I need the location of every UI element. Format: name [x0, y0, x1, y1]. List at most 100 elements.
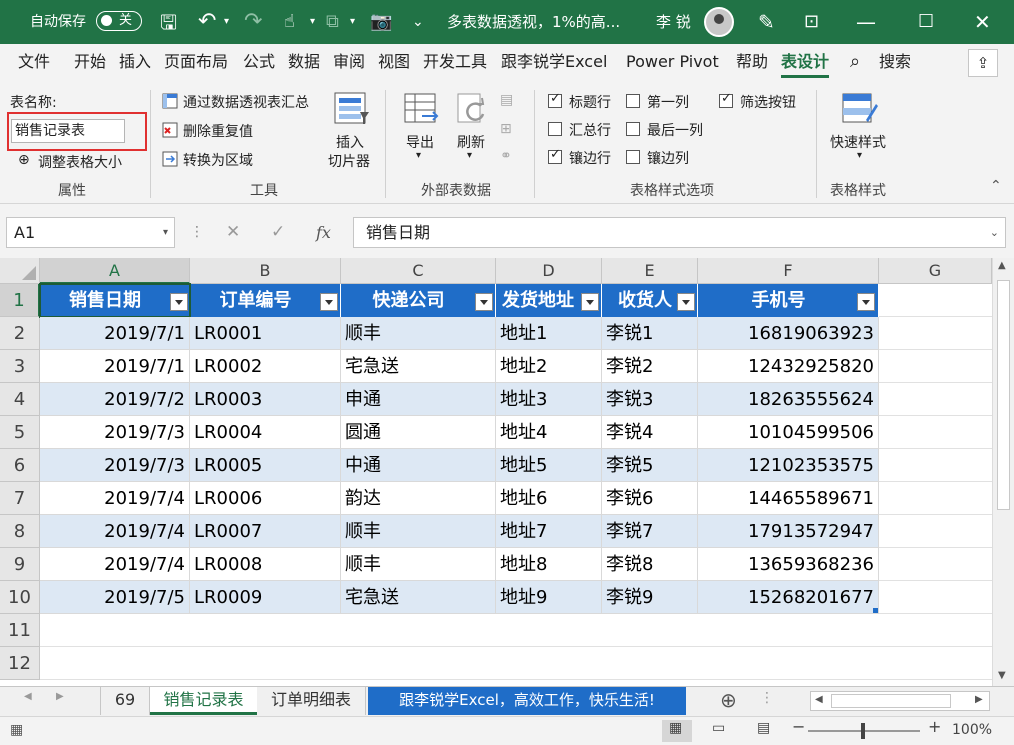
- row-header[interactable]: 4: [0, 383, 40, 416]
- zoom-in-icon[interactable]: +: [928, 717, 941, 736]
- tab-page-layout[interactable]: 页面布局: [164, 44, 228, 82]
- tab-help[interactable]: 帮助: [736, 44, 768, 82]
- row-header[interactable]: 2: [0, 317, 40, 350]
- table-cell[interactable]: 16819063923: [698, 317, 879, 350]
- export-icon[interactable]: [404, 92, 440, 126]
- page-layout-icon[interactable]: ▭: [712, 720, 725, 736]
- page-break-icon[interactable]: ▤: [757, 720, 770, 736]
- tab-lirui-excel[interactable]: 跟李锐学Excel: [501, 44, 607, 82]
- table-cell[interactable]: 18263555624: [698, 383, 879, 416]
- table-cell[interactable]: 2019/7/5: [40, 581, 190, 614]
- touch-mode-icon[interactable]: ☝: [284, 0, 295, 44]
- refresh-icon[interactable]: [455, 92, 489, 126]
- table-cell[interactable]: 2019/7/1: [40, 350, 190, 383]
- insert-function-icon[interactable]: fx: [316, 217, 331, 248]
- tab-developer[interactable]: 开发工具: [423, 44, 487, 82]
- table-cell[interactable]: 2019/7/1: [40, 317, 190, 350]
- macro-record-icon[interactable]: ▦: [10, 722, 23, 738]
- table-cell[interactable]: LR0002: [190, 350, 341, 383]
- normal-view-button[interactable]: ▦: [662, 720, 692, 742]
- table-cell[interactable]: 15268201677: [698, 581, 879, 614]
- filter-dropdown-icon[interactable]: [170, 293, 188, 311]
- resize-table-icon[interactable]: ⊕: [18, 152, 30, 168]
- table-cell[interactable]: 地址8: [496, 548, 602, 581]
- zoom-slider[interactable]: [808, 723, 920, 739]
- column-header-g[interactable]: G: [879, 258, 992, 284]
- collapse-ribbon-icon[interactable]: ⌃: [990, 178, 1002, 194]
- maximize-icon[interactable]: ☐: [918, 0, 934, 44]
- tab-review[interactable]: 审阅: [333, 44, 365, 82]
- expand-formula-icon[interactable]: ⌄: [990, 218, 999, 247]
- row-header[interactable]: 12: [0, 647, 40, 680]
- zoom-slider-thumb[interactable]: [861, 723, 865, 739]
- row-header[interactable]: 8: [0, 515, 40, 548]
- slicer-label-1[interactable]: 插入: [336, 132, 364, 152]
- table-cell[interactable]: 李锐5: [602, 449, 698, 482]
- table-cell[interactable]: 地址4: [496, 416, 602, 449]
- row-header[interactable]: 7: [0, 482, 40, 515]
- filter-button-checkbox[interactable]: [719, 91, 733, 108]
- add-sheet-icon[interactable]: ⊕: [720, 688, 737, 712]
- refresh-button[interactable]: 刷新: [457, 132, 485, 152]
- horizontal-scrollbar[interactable]: ◀ ▶: [810, 691, 990, 711]
- column-header-f[interactable]: F: [698, 258, 879, 284]
- table-cell[interactable]: 李锐3: [602, 383, 698, 416]
- zoom-out-icon[interactable]: −: [792, 717, 805, 736]
- pivot-summary-button[interactable]: 通过数据透视表汇总: [183, 92, 309, 112]
- tab-table-design[interactable]: 表设计: [781, 44, 830, 82]
- tab-home[interactable]: 开始: [74, 44, 106, 82]
- table-cell[interactable]: 2019/7/3: [40, 449, 190, 482]
- name-box[interactable]: A1 ▾: [6, 217, 175, 248]
- table-cell[interactable]: LR0006: [190, 482, 341, 515]
- filter-dropdown-icon[interactable]: [581, 293, 599, 311]
- quick-styles-button[interactable]: 快速样式: [830, 132, 886, 152]
- shape-dropdown-icon[interactable]: ▾: [350, 0, 355, 44]
- sheet-tab[interactable]: 订单明细表: [257, 687, 366, 715]
- minimize-icon[interactable]: —: [856, 0, 876, 44]
- filter-dropdown-icon[interactable]: [475, 293, 493, 311]
- table-cell[interactable]: LR0009: [190, 581, 341, 614]
- table-cell[interactable]: 李锐9: [602, 581, 698, 614]
- share-icon[interactable]: ⇪: [968, 49, 998, 77]
- sheet-tab-active[interactable]: 销售记录表: [150, 687, 257, 715]
- table-cell[interactable]: 地址7: [496, 515, 602, 548]
- header-row-checkbox[interactable]: [548, 91, 562, 108]
- table-cell[interactable]: 宅急送: [341, 581, 496, 614]
- table-cell[interactable]: 韵达: [341, 482, 496, 515]
- table-cell[interactable]: 13659368236: [698, 548, 879, 581]
- table-cell[interactable]: 2019/7/4: [40, 548, 190, 581]
- table-resize-handle[interactable]: [873, 608, 878, 613]
- row-header[interactable]: 3: [0, 350, 40, 383]
- sheet-tab[interactable]: 69: [100, 687, 150, 715]
- table-cell[interactable]: 地址3: [496, 383, 602, 416]
- table-cell[interactable]: 2019/7/3: [40, 416, 190, 449]
- convert-range-button[interactable]: 转换为区域: [183, 150, 253, 170]
- table-cell[interactable]: 10104599506: [698, 416, 879, 449]
- user-name[interactable]: 李 锐: [656, 0, 691, 44]
- tab-split-icon[interactable]: ⋮: [760, 690, 774, 706]
- table-cell[interactable]: 顺丰: [341, 515, 496, 548]
- quick-styles-icon[interactable]: [842, 92, 878, 126]
- column-header-a[interactable]: A: [40, 258, 190, 284]
- banded-columns-checkbox[interactable]: [626, 150, 640, 164]
- search-label[interactable]: 搜索: [879, 44, 911, 82]
- filter-dropdown-icon[interactable]: [857, 293, 875, 311]
- table-cell[interactable]: 李锐6: [602, 482, 698, 515]
- autosave-toggle[interactable]: 关: [96, 11, 142, 31]
- table-header-cell[interactable]: 销售日期: [40, 284, 190, 317]
- table-cell[interactable]: 李锐8: [602, 548, 698, 581]
- camera-icon[interactable]: 📷: [370, 0, 392, 44]
- scroll-up-icon[interactable]: ▲: [998, 260, 1006, 271]
- filter-dropdown-icon[interactable]: [320, 293, 338, 311]
- resize-table-button[interactable]: 调整表格大小: [38, 152, 122, 172]
- touch-dropdown-icon[interactable]: ▾: [310, 0, 315, 44]
- table-cell[interactable]: 2019/7/4: [40, 515, 190, 548]
- table-cell[interactable]: 李锐2: [602, 350, 698, 383]
- table-header-cell[interactable]: 快递公司: [341, 284, 496, 317]
- row-header[interactable]: 11: [0, 614, 40, 647]
- next-sheet-icon[interactable]: ▶: [56, 691, 64, 702]
- table-name-input[interactable]: 销售记录表: [11, 119, 125, 143]
- sheet-tab-banner[interactable]: 跟李锐学Excel，高效工作，快乐生活!: [368, 687, 686, 715]
- table-cell[interactable]: 地址5: [496, 449, 602, 482]
- scroll-left-icon[interactable]: ◀: [815, 694, 823, 705]
